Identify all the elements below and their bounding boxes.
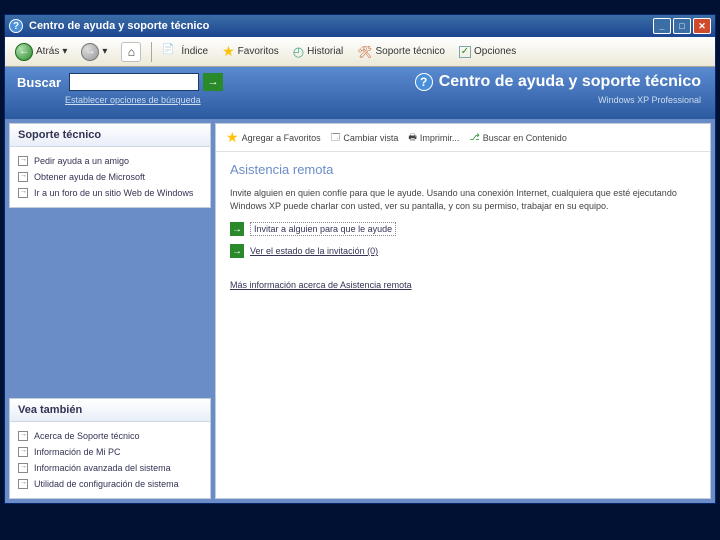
forward-button[interactable]: → ▾: [77, 41, 111, 63]
sidebar-item-about-support[interactable]: Acerca de Soporte técnico: [18, 428, 202, 444]
arrow-icon: [18, 447, 28, 457]
search-go-button[interactable]: →: [203, 73, 223, 91]
content-paragraph: Invite alguien en quien confíe para que …: [230, 187, 696, 212]
body: Soporte técnico Pedir ayuda a un amigo O…: [5, 119, 715, 503]
sidebar-item-windows-forum[interactable]: Ir a un foro de un sitio Web de Windows: [18, 185, 202, 201]
panel-header: Soporte técnico: [10, 124, 210, 147]
sidebar-item-microsoft-help[interactable]: Obtener ayuda de Microsoft: [18, 169, 202, 185]
locate-icon: ⎇: [469, 132, 479, 143]
content-heading: Asistencia remota: [230, 162, 696, 177]
arrow-icon: [18, 463, 28, 473]
separator: [151, 42, 152, 62]
support-button[interactable]: 🛠 Soporte técnico: [353, 43, 449, 61]
support-icon: 🛠: [357, 45, 372, 59]
help-window: ? Centro de ayuda y soporte técnico _ □ …: [4, 14, 716, 504]
back-button[interactable]: ← Atrás ▾: [11, 41, 71, 63]
clock-icon: ◴: [293, 44, 304, 60]
index-button[interactable]: 📄 Índice: [158, 42, 212, 62]
search-options-link[interactable]: Establecer opciones de búsqueda: [65, 95, 223, 105]
change-view-button[interactable]: 🗔Cambiar vista: [331, 130, 399, 146]
dropdown-icon: ▾: [62, 46, 67, 57]
help-icon: ?: [9, 19, 23, 33]
invite-link[interactable]: → Invitar a alguien para que le ayude: [230, 222, 696, 236]
arrow-icon: [18, 479, 28, 489]
print-button[interactable]: 🖶Imprimir...: [408, 130, 459, 146]
back-arrow-icon: ←: [15, 43, 33, 61]
arrow-icon: [18, 431, 28, 441]
search-input[interactable]: [69, 73, 199, 91]
add-favorite-button[interactable]: ★Agregar a Favoritos: [226, 129, 321, 146]
forward-arrow-icon: →: [81, 43, 99, 61]
sidebar-item-msconfig[interactable]: Utilidad de configuración de sistema: [18, 476, 202, 492]
dropdown-icon: ▾: [102, 46, 107, 57]
panel-header: Vea también: [10, 399, 210, 422]
more-info-link[interactable]: Más información acerca de Asistencia rem…: [230, 280, 412, 290]
search-label: Buscar: [17, 75, 61, 90]
page-title: Centro de ayuda y soporte técnico: [439, 73, 701, 91]
toolbar: ← Atrás ▾ → ▾ ⌂ 📄 Índice ★ Favoritos ◴: [5, 37, 715, 67]
options-button[interactable]: ✓ Opciones: [455, 44, 520, 60]
titlebar: ? Centro de ayuda y soporte técnico _ □ …: [5, 15, 715, 37]
sidebar-item-advanced-sysinfo[interactable]: Información avanzada del sistema: [18, 460, 202, 476]
main-content: ★Agregar a Favoritos 🗔Cambiar vista 🖶Imp…: [215, 123, 711, 499]
arrow-icon: →: [230, 222, 244, 236]
favorites-button[interactable]: ★ Favoritos: [218, 41, 283, 62]
home-button[interactable]: ⌂: [117, 40, 145, 64]
help-icon: ?: [415, 73, 433, 91]
star-icon: ★: [226, 129, 239, 146]
index-icon: 📄: [162, 44, 178, 60]
arrow-icon: →: [230, 244, 244, 258]
locate-button[interactable]: ⎇Buscar en Contenido: [469, 132, 566, 143]
see-also-panel: Vea también Acerca de Soporte técnico In…: [9, 398, 211, 499]
sidebar-item-mypc-info[interactable]: Información de Mi PC: [18, 444, 202, 460]
window-title: Centro de ayuda y soporte técnico: [29, 20, 209, 32]
check-icon: ✓: [459, 46, 471, 58]
sidebar-item-ask-friend[interactable]: Pedir ayuda a un amigo: [18, 153, 202, 169]
star-icon: ★: [222, 43, 235, 60]
maximize-button[interactable]: □: [673, 18, 691, 34]
arrow-icon: [18, 188, 28, 198]
arrow-icon: [18, 172, 28, 182]
edition-label: Windows XP Professional: [415, 95, 701, 105]
close-button[interactable]: ✕: [693, 18, 711, 34]
history-button[interactable]: ◴ Historial: [289, 42, 347, 62]
printer-icon: 🖶: [408, 130, 417, 146]
arrow-icon: [18, 156, 28, 166]
support-panel: Soporte técnico Pedir ayuda a un amigo O…: [9, 123, 211, 208]
invitation-status-link[interactable]: → Ver el estado de la invitación (0): [230, 244, 696, 258]
blue-header: Buscar → Establecer opciones de búsqueda…: [5, 67, 715, 119]
view-icon: 🗔: [331, 130, 341, 146]
home-icon: ⌂: [121, 42, 141, 62]
action-bar: ★Agregar a Favoritos 🗔Cambiar vista 🖶Imp…: [216, 124, 710, 152]
minimize-button[interactable]: _: [653, 18, 671, 34]
sidebar: Soporte técnico Pedir ayuda a un amigo O…: [5, 119, 215, 503]
